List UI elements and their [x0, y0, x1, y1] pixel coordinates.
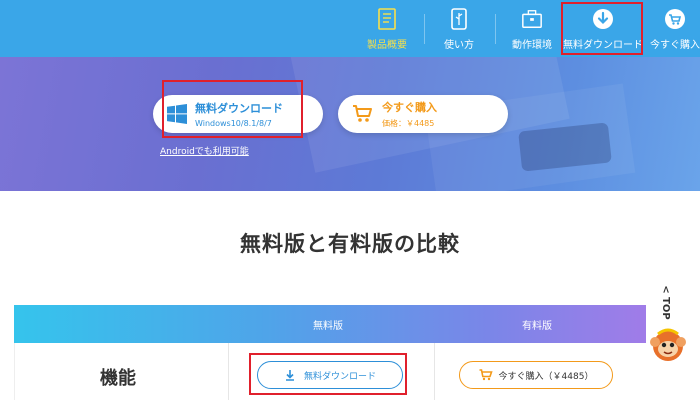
nav-item-product-overview[interactable]: 製品概要 [360, 0, 414, 57]
book-icon [376, 8, 398, 30]
hero-buy-title: 今すぐ購入 [382, 101, 437, 114]
highlight-box [561, 2, 643, 55]
nav-item-how-to-use[interactable]: 使い方 [434, 0, 484, 57]
nav-item-system-requirements[interactable]: 動作環境 [503, 0, 561, 57]
comparison-title: 無料版と有料版の比較 [240, 232, 460, 256]
briefcase-icon [521, 8, 543, 30]
mascot-image [646, 324, 690, 364]
top-nav: 製品概要 使い方 動作環境 無料ダウンロード 今すぐ購入 [0, 0, 700, 57]
column-divider [434, 343, 435, 400]
hero-buy-price: 価格：￥4485 [382, 119, 435, 128]
nav-label-buy-now: 今すぐ購入 [650, 40, 700, 51]
back-to-top-label: < TOP [659, 284, 671, 320]
cart-icon [479, 369, 493, 381]
cart-icon [353, 105, 372, 122]
column-header-paid: 有料版 [522, 321, 552, 332]
android-available-link[interactable]: Androidでも利用可能 [160, 144, 249, 157]
column-header-free: 無料版 [313, 321, 343, 332]
cart-icon [664, 8, 686, 30]
highlight-box [162, 80, 303, 138]
nav-item-buy-now[interactable]: 今すぐ購入 [648, 0, 700, 57]
buy-now-button[interactable]: 今すぐ購入（￥4485） [459, 361, 613, 389]
back-to-top-button[interactable]: < TOP [652, 278, 678, 326]
comparison-table-header: 無料版 有料版 [14, 305, 646, 343]
highlight-box [249, 353, 407, 395]
nav-label-system-requirements: 動作環境 [512, 40, 552, 51]
row-label-features: 機能 [100, 368, 136, 389]
nav-divider [495, 14, 496, 44]
feather-icon [448, 8, 470, 30]
nav-divider [424, 14, 425, 44]
hero-buy-button[interactable]: 今すぐ購入 価格：￥4485 [338, 95, 508, 133]
buy-now-button-label: 今すぐ購入（￥4485） [498, 371, 594, 382]
nav-label-product-overview: 製品概要 [367, 40, 407, 51]
back-to-top-text: TOP [659, 296, 671, 320]
column-divider [228, 343, 229, 400]
nav-label-how-to-use: 使い方 [444, 40, 474, 51]
